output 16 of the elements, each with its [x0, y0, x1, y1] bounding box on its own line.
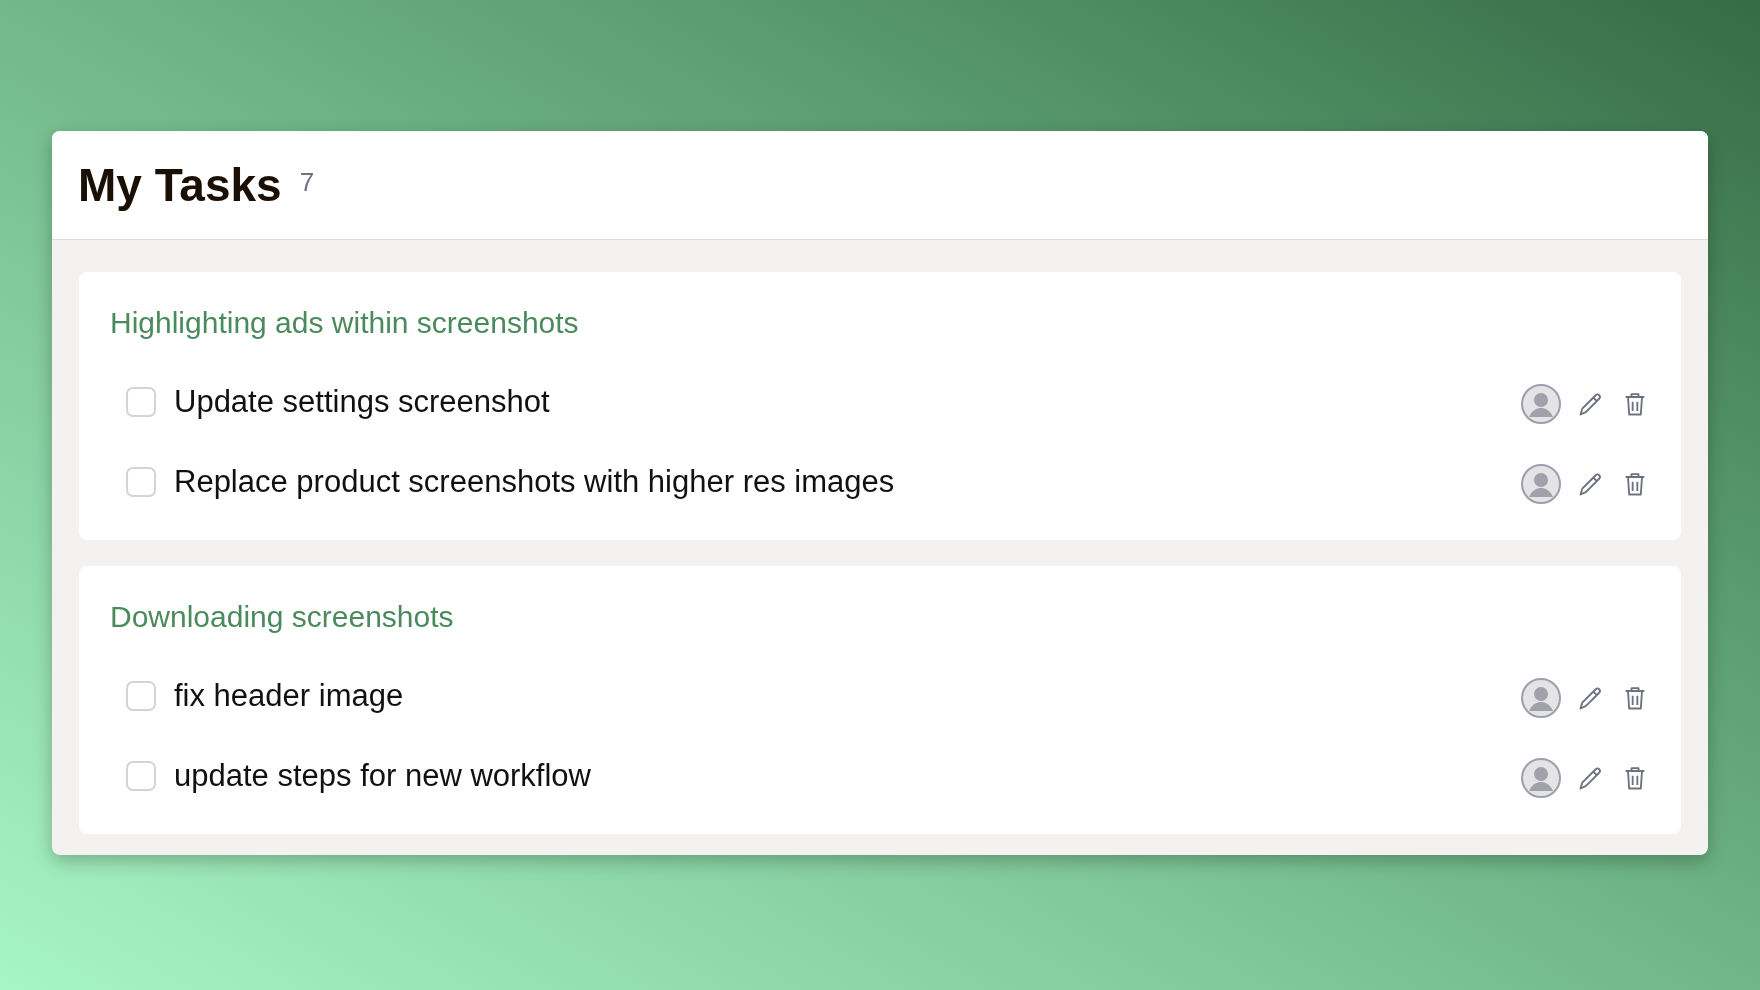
avatar-icon [1521, 464, 1561, 504]
checkbox[interactable] [126, 467, 156, 497]
task-label: update steps for new workflow [174, 758, 592, 794]
avatar-icon [1521, 678, 1561, 718]
task-label: Replace product screenshots with higher res images [174, 464, 896, 500]
group-title: Highlighting ads within screenshots [110, 306, 580, 340]
page-title: My Tasks [78, 158, 282, 212]
avatar-icon [1521, 758, 1561, 798]
checkbox[interactable] [126, 387, 156, 417]
task-count: 7 [299, 166, 315, 198]
group-title: Downloading screenshots [110, 600, 455, 634]
checkbox[interactable] [126, 761, 156, 791]
task-label: Update settings screenshot [174, 384, 551, 420]
avatar-icon [1521, 384, 1561, 424]
task-label: fix header image [174, 678, 405, 714]
checkbox[interactable] [126, 681, 156, 711]
